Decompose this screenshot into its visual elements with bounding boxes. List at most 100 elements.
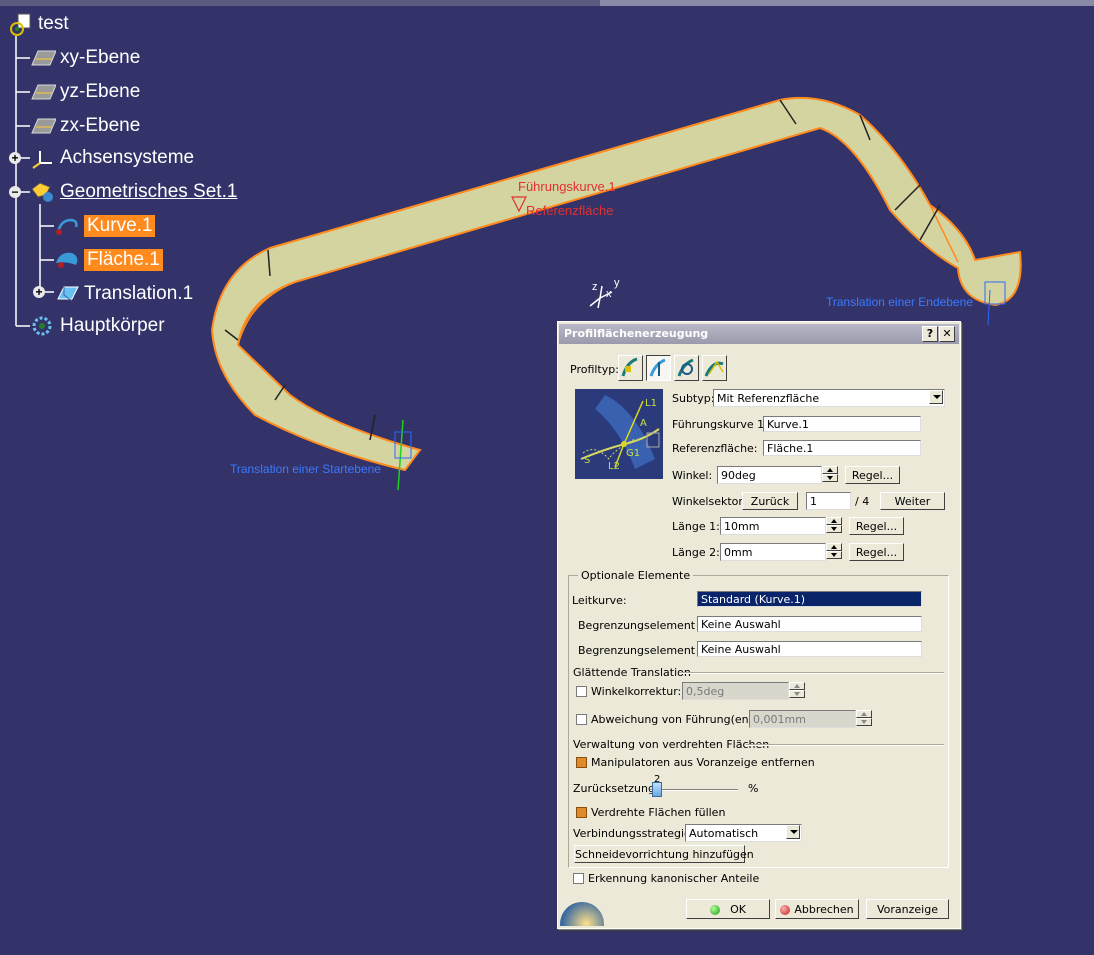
reference-surface-label: Referenzfläche [526,203,614,218]
percent-label: % [748,782,759,795]
profile-type-conic-button[interactable] [702,355,727,381]
subtype-select[interactable]: Mit Referenzfläche [713,389,945,407]
axis-x-label: x [606,288,612,300]
connection-strategy-label: Verbindungsstrategie: [573,827,695,840]
preview-button[interactable]: Voranzeige [866,899,949,919]
dialog-title: Profilflächenerzeugung [564,327,709,340]
cancel-label: Abbrechen [794,903,854,916]
length2-field[interactable]: 0mm [720,543,826,561]
angle-law-button[interactable]: Regel... [845,466,900,484]
canonical-detection-label: Erkennung kanonischer Anteile [588,872,760,885]
fill-twisted-areas-label: Verdrehte Flächen füllen [591,806,726,819]
expand-axis-systems-icon[interactable]: + [9,152,21,164]
diagram-l2-label: L2 [608,461,620,472]
smooth-sweeping-separator [679,672,944,674]
add-cutter-button[interactable]: Schneidevorrichtung hinzufügen [574,845,754,863]
diagram-a-label: A [640,418,647,429]
tree-root-label: test [38,13,69,34]
profile-type-label: Profiltyp: [570,363,619,376]
angle-spinner[interactable] [822,466,838,484]
reference-surface-field[interactable]: Fläche.1 [763,440,921,456]
tree-item-translation[interactable]: Translation.1 [54,281,193,307]
profile-type-explicit-button[interactable] [618,355,643,381]
axis-z-label: z [592,281,598,293]
spine-field[interactable]: Standard (Kurve.1) [697,591,922,607]
angular-correction-checkbox[interactable] [576,686,587,697]
canonical-detection-checkbox[interactable] [573,873,584,884]
surface-icon [54,249,80,271]
plane-icon [30,115,57,137]
length2-label: Länge 2: [672,546,720,559]
twisted-areas-separator [746,744,944,746]
slider-thumb[interactable] [652,782,662,797]
tree-item-axis-systems[interactable]: Achsensysteme [30,145,194,171]
circle-profile-icon [677,358,694,377]
angular-correction-spinner[interactable] [789,682,805,700]
optional-elements-title: Optionale Elemente [578,569,694,582]
profile-type-circle-button[interactable] [674,355,699,381]
dialog-titlebar[interactable]: Profilflächenerzeugung [559,324,959,344]
guide-curve-label: Führungskurve.1 [518,179,616,194]
part-body-icon [30,315,56,337]
length1-law-button[interactable]: Regel... [849,517,904,535]
cancel-icon [780,905,791,915]
remove-manipulators-label: Manipulatoren aus Voranzeige entfernen [591,756,815,769]
angle-field[interactable]: 90deg [717,466,822,484]
tree-item-label: xy-Ebene [60,47,141,68]
tree-item-zx-plane[interactable]: zx-Ebene [30,113,140,139]
slider-track [650,789,738,791]
angular-correction-label: Winkelkorrektur: [591,685,682,698]
angular-correction-field[interactable]: 0,5deg [682,682,789,700]
tree-item-curve[interactable]: Kurve.1 [54,213,156,239]
tree-item-label: Geometrisches Set.1 [60,181,238,202]
diagram-s-label: S [584,455,591,466]
plane-icon [30,47,57,69]
previous-button[interactable]: Zurück [742,492,798,510]
ok-icon [710,905,721,915]
remove-manipulators-checkbox[interactable] [576,757,587,768]
tree-item-main-body[interactable]: Hauptkörper [30,313,165,339]
subtype-label: Subtyp: [672,392,715,405]
subtype-dropdown-arrow-icon[interactable] [929,390,943,404]
tree-item-label: Fläche.1 [84,249,163,271]
deviation-spinner[interactable] [856,710,872,728]
length1-field[interactable]: 10mm [720,517,826,535]
ok-label: OK [730,903,746,916]
angular-sector-field[interactable]: 1 [806,492,851,510]
close-button[interactable]: ✕ [939,326,955,342]
expand-translation-icon[interactable]: + [33,286,45,298]
relimiter1-label: Begrenzungselement 1: [578,619,710,632]
explicit-profile-icon [621,357,638,377]
angular-sector-label: Winkelsektor: [672,495,747,508]
tree-item-geometrical-set[interactable]: Geometrisches Set.1 [30,179,237,205]
collapse-geometrical-set-icon[interactable]: − [9,186,21,198]
plane-icon [30,81,57,103]
length1-spinner[interactable] [826,517,842,535]
length1-label: Länge 1: [672,520,720,533]
tree-root[interactable]: test [6,11,69,37]
next-button[interactable]: Weiter [880,492,945,510]
help-button[interactable]: ? [922,326,938,342]
catia-logo-icon [560,902,604,926]
setback-slider[interactable] [650,782,738,798]
connection-strategy-select[interactable]: Automatisch [685,824,802,842]
length2-spinner[interactable] [826,543,842,561]
length2-law-button[interactable]: Regel... [849,543,904,561]
guide-curve-label: Führungskurve 1: [672,418,768,431]
cancel-button[interactable]: Abbrechen [775,899,859,919]
connection-strategy-dropdown-arrow-icon[interactable] [786,825,800,839]
profile-type-line-button[interactable] [646,355,671,381]
start-plane-label: Translation einer Startebene [230,462,381,476]
relimiter1-field[interactable]: Keine Auswahl [697,616,922,632]
tree-item-xy-plane[interactable]: xy-Ebene [30,45,140,71]
relimiter2-field[interactable]: Keine Auswahl [697,641,922,657]
ok-button[interactable]: OK [686,899,770,919]
tree-item-yz-plane[interactable]: yz-Ebene [30,79,140,105]
deviation-checkbox[interactable] [576,714,587,725]
fill-twisted-areas-checkbox[interactable] [576,807,587,818]
deviation-field[interactable]: 0,001mm [749,710,856,728]
angle-label: Winkel: [672,469,713,482]
axis-system-icon [30,147,56,169]
guide-curve-field[interactable]: Kurve.1 [763,416,921,432]
tree-item-surface[interactable]: Fläche.1 [54,247,163,273]
